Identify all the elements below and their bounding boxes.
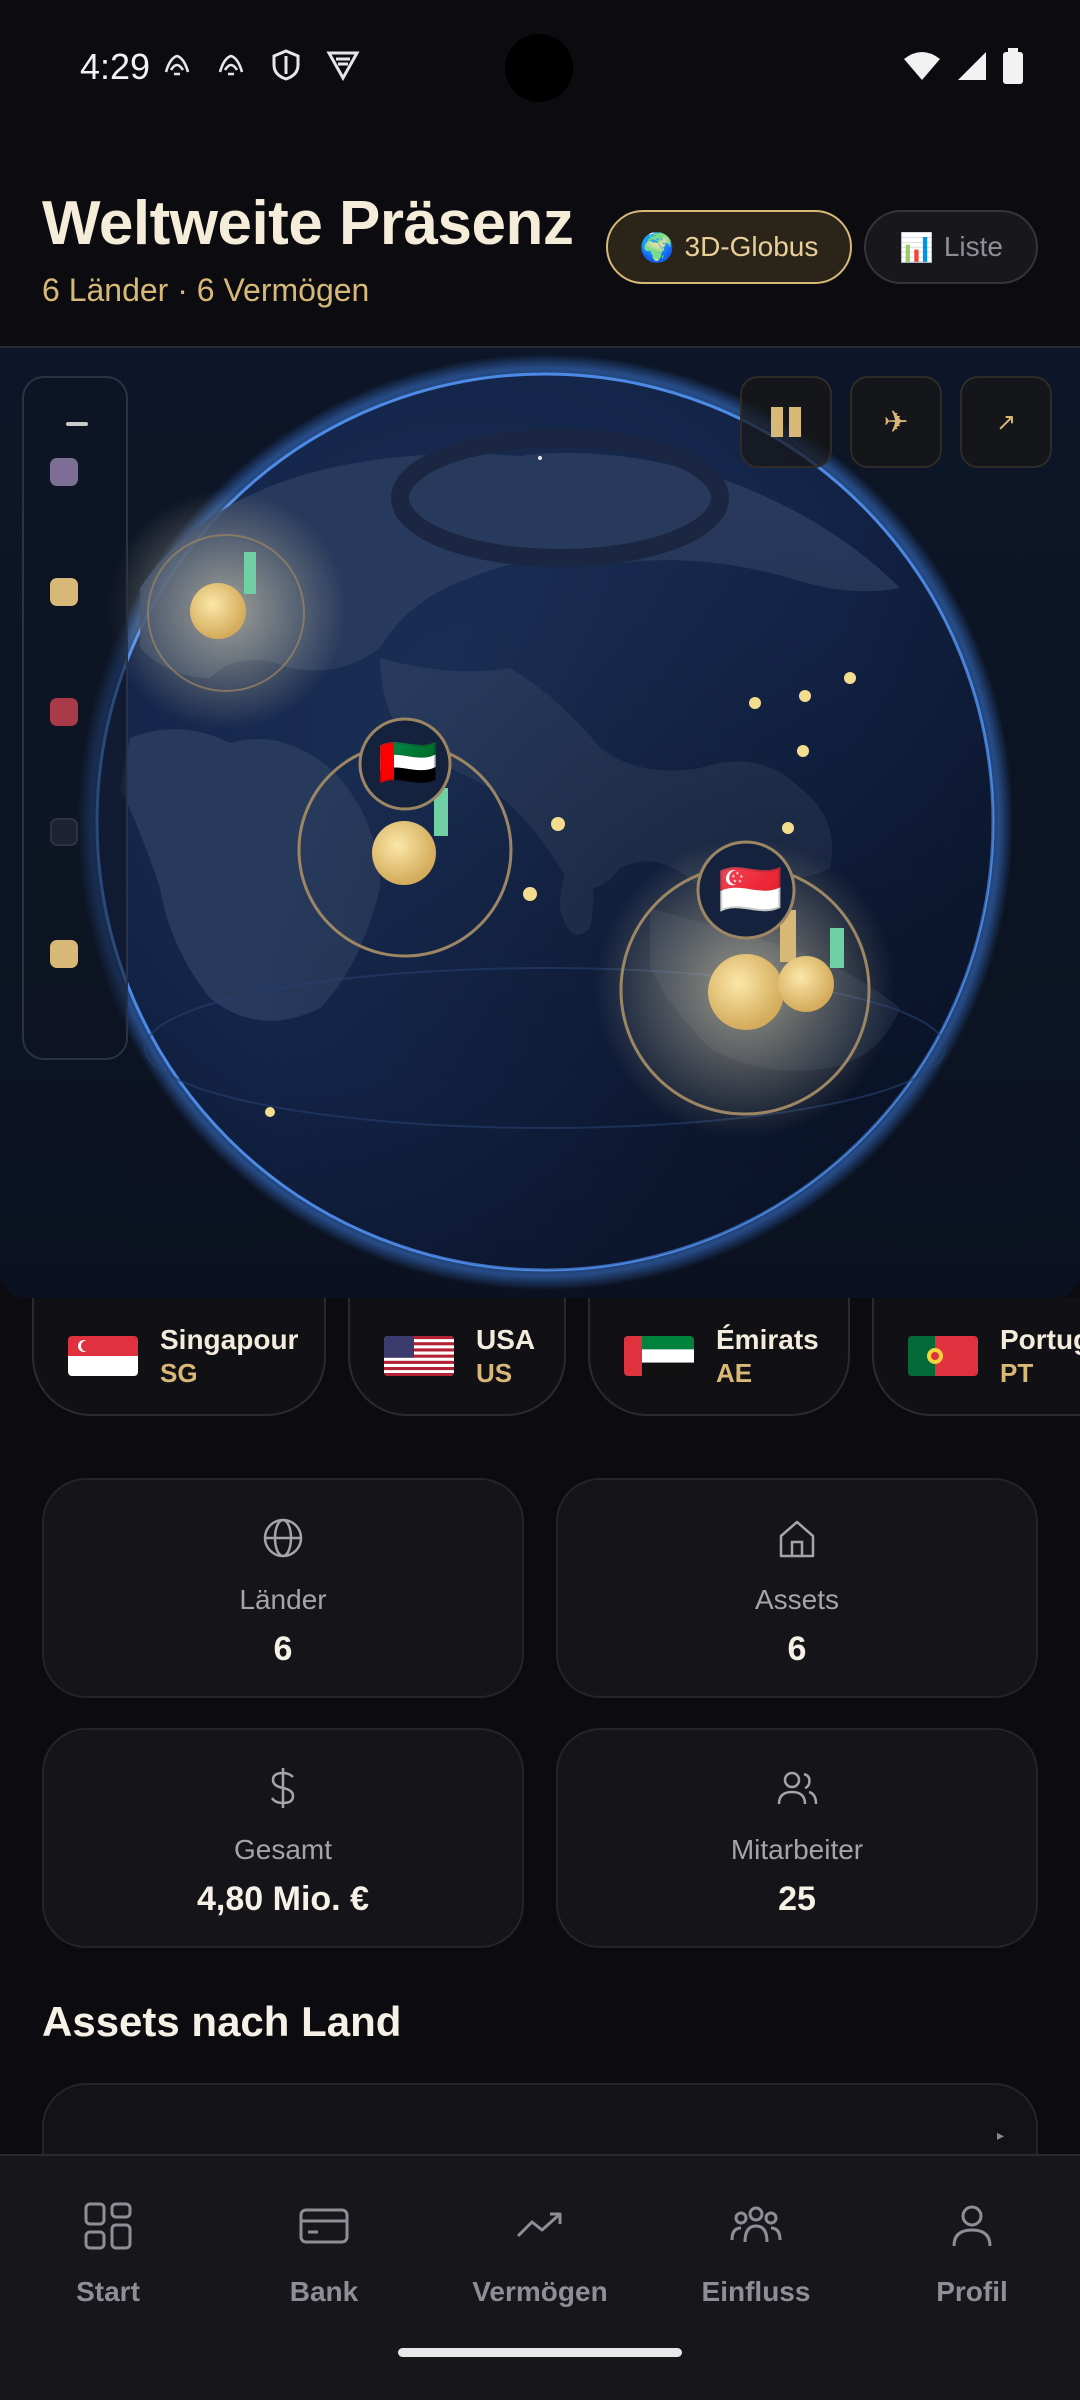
stat-card-countries: Länder 6 <box>42 1478 524 1698</box>
legend-swatch <box>50 578 78 606</box>
stat-label: Gesamt <box>233 1834 333 1865</box>
country-code: AE <box>716 1357 753 1388</box>
battery-icon <box>1003 48 1023 84</box>
stat-card-assets: Assets 6 <box>556 1478 1038 1698</box>
stat-value: 6 <box>273 1630 293 1668</box>
page-header: Weltweite Präsenz 6 Länder · 6 Vermögen … <box>0 170 1080 348</box>
stat-label: Assets <box>754 1584 840 1615</box>
country-code: PT <box>1000 1357 1034 1388</box>
home-icon <box>779 1520 815 1558</box>
globe-emoji-icon: 🌍 <box>639 231 675 263</box>
notification-icon <box>164 54 190 76</box>
legend-swatch <box>50 818 78 846</box>
globe-view-button[interactable]: 🌍 3D-Globus <box>606 210 852 284</box>
expand-icon: ↗ <box>995 408 1017 436</box>
dollar-icon <box>270 1768 295 1808</box>
status-time: 4:29 <box>80 46 151 87</box>
status-icons-left <box>162 48 360 82</box>
nav-item-influence[interactable]: Einfluss <box>648 2198 864 2308</box>
flag-sg-icon <box>68 1336 138 1376</box>
pause-rotation-button[interactable] <box>740 376 832 468</box>
country-name: USA <box>476 1323 536 1355</box>
nav-item-wealth[interactable]: Vermögen <box>432 2198 648 2308</box>
marker-flag-singapore[interactable]: 🇸🇬 <box>718 861 783 919</box>
country-name: Portugal <box>1000 1323 1080 1355</box>
nav-label: Einfluss <box>701 2276 811 2307</box>
nav-item-profile[interactable]: Profil <box>864 2198 1080 2308</box>
country-code: SG <box>160 1357 198 1388</box>
status-bar: 4:29 <box>0 0 1080 135</box>
list-view-label: Liste <box>943 231 1004 262</box>
stat-label: Länder <box>239 1584 327 1615</box>
shield-icon <box>272 49 300 81</box>
users-icon <box>777 1771 818 1805</box>
nav-item-start[interactable]: Start <box>0 2198 216 2308</box>
chart-emoji-icon: 📊 <box>898 231 934 263</box>
page-subtitle: 6 Länder · 6 Vermögen <box>42 272 370 308</box>
marker-flag-uae[interactable]: 🇦🇪 <box>378 735 438 793</box>
vpn-icon <box>326 51 360 81</box>
flag-ae-icon <box>624 1336 694 1376</box>
country-chip-portugal[interactable]: Portugal PT <box>872 1298 1080 1416</box>
expand-arrow-icon: ▸ <box>996 2127 1004 2143</box>
section-title-assets-by-country: Assets nach Land <box>42 1998 402 2045</box>
card-icon <box>299 2208 349 2244</box>
country-chip-uae[interactable]: Émirats AE <box>588 1298 850 1416</box>
camera-cutout <box>505 34 573 102</box>
asset-marker-europe <box>106 490 346 730</box>
country-code: US <box>476 1357 513 1388</box>
stat-value: 25 <box>778 1880 816 1918</box>
nav-label: Bank <box>289 2276 359 2307</box>
nav-item-bank[interactable]: Bank <box>216 2198 432 2308</box>
airplane-icon: ✈ <box>883 405 909 439</box>
pause-icon <box>771 407 801 437</box>
stat-value: 6 <box>787 1630 807 1668</box>
status-icons-right <box>902 48 1024 84</box>
legend-swatch <box>50 940 78 968</box>
list-view-button[interactable]: 📊 Liste <box>864 210 1038 284</box>
country-name: Émirats <box>716 1323 819 1355</box>
legend-collapse-handle[interactable] <box>66 422 88 426</box>
people-icon <box>730 2206 782 2243</box>
grid-icon <box>84 2202 132 2250</box>
trend-icon <box>516 2212 562 2238</box>
nav-label: Profil <box>936 2276 1008 2307</box>
country-name: Singapour <box>160 1323 299 1355</box>
globe-view[interactable]: 🇦🇪 🇸🇬 ✈ ↗ <box>0 348 1080 1298</box>
globe-canvas[interactable] <box>0 348 1080 1298</box>
fly-to-button[interactable]: ✈ <box>850 376 942 468</box>
home-indicator[interactable] <box>398 2348 682 2357</box>
bottom-navigation: Start Bank Vermögen Einfluss Profil <box>0 2154 1080 2400</box>
country-chip-usa[interactable]: USA US <box>348 1298 566 1416</box>
legend-panel[interactable] <box>22 376 128 1060</box>
stat-card-total: Gesamt 4,80 Mio. € <box>42 1728 524 1948</box>
country-chip-row[interactable]: Singapour SG USA US Émirats AE Portugal … <box>0 1298 1080 1416</box>
nav-label: Vermögen <box>472 2276 608 2307</box>
person-icon <box>952 2205 992 2247</box>
stat-value: 4,80 Mio. € <box>197 1880 369 1918</box>
page-title: Weltweite Präsenz <box>42 189 574 258</box>
flag-us-icon <box>384 1336 454 1376</box>
notification-icon <box>218 54 244 76</box>
country-chip-singapore[interactable]: Singapour SG <box>32 1298 326 1416</box>
nav-label: Start <box>76 2276 140 2307</box>
stat-card-employees: Mitarbeiter 25 <box>556 1728 1038 1948</box>
flag-pt-icon <box>908 1336 978 1376</box>
wifi-icon <box>904 52 940 80</box>
stat-label: Mitarbeiter <box>730 1834 864 1865</box>
legend-swatch <box>50 458 78 486</box>
signal-icon <box>958 52 986 80</box>
expand-button[interactable]: ↗ <box>960 376 1052 468</box>
globe-view-label: 3D-Globus <box>684 231 819 262</box>
globe-icon <box>263 1518 303 1558</box>
legend-swatch <box>50 698 78 726</box>
